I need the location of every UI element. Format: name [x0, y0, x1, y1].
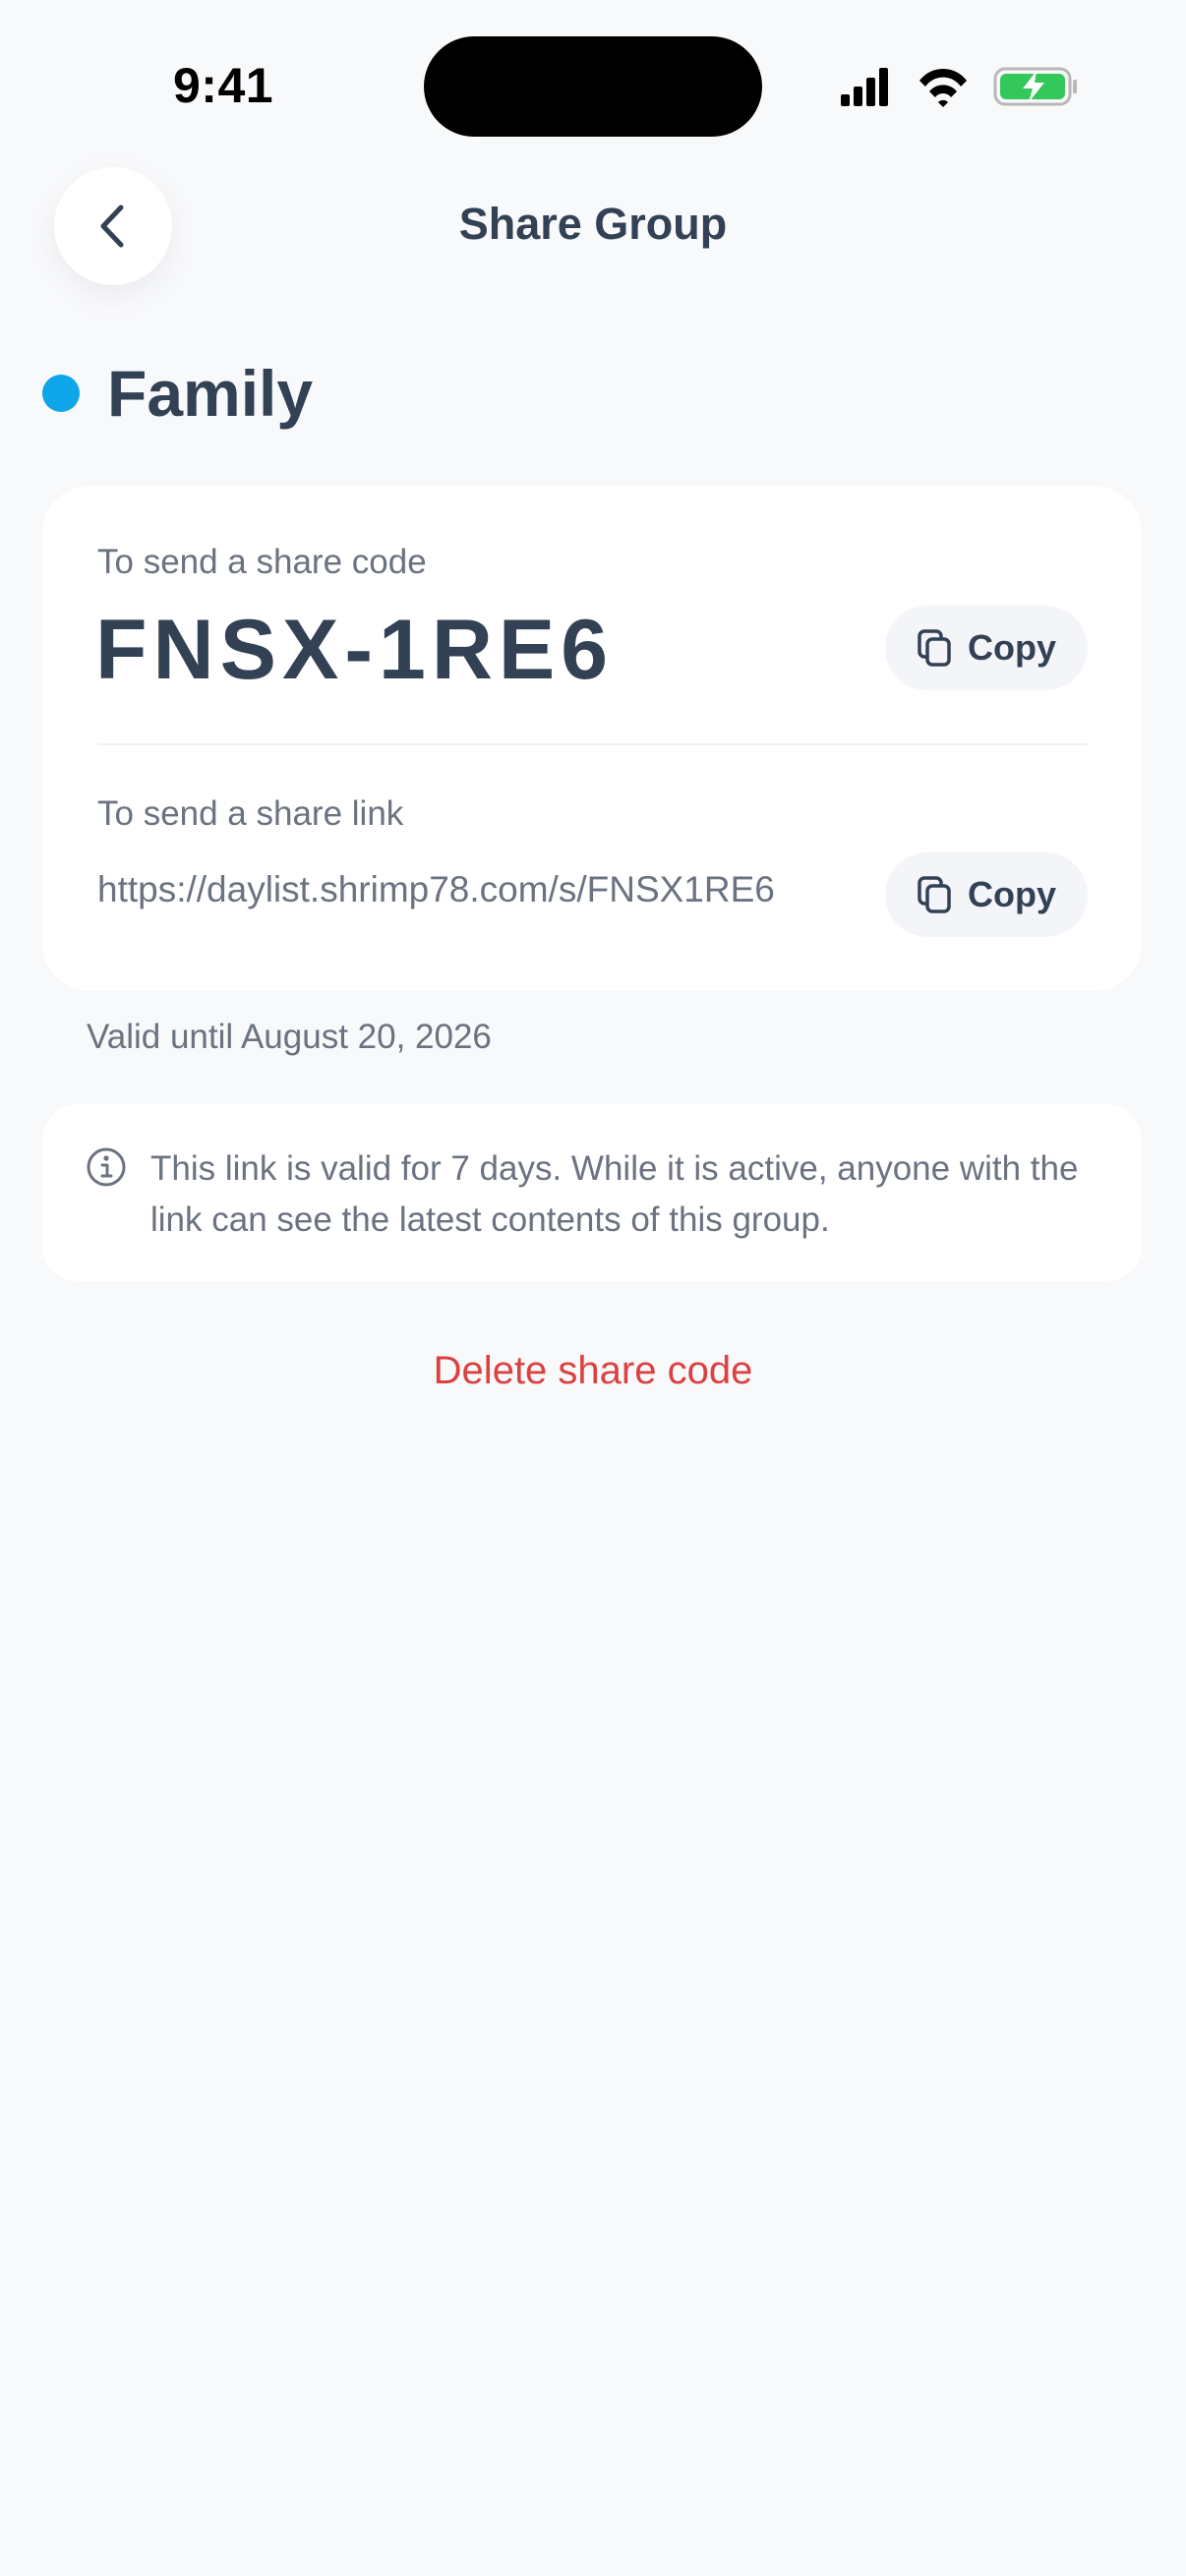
status-bar: 9:41	[0, 0, 1186, 147]
copy-link-label: Copy	[968, 874, 1056, 914]
share-link: https://daylist.shrimp78.com/s/FNSX1RE6	[97, 869, 775, 909]
info-text: This link is valid for 7 days. While it …	[150, 1149, 1079, 1239]
group-name: Family	[107, 357, 314, 430]
wifi-icon	[919, 69, 967, 107]
copy-link-button[interactable]: Copy	[885, 852, 1088, 937]
navigation-bar: Share Group	[0, 147, 1186, 305]
copy-icon	[918, 629, 951, 667]
dynamic-island	[424, 36, 762, 137]
group-header: Family	[42, 354, 313, 433]
cellular-signal-icon	[841, 68, 888, 106]
copy-icon	[918, 876, 951, 913]
copy-code-label: Copy	[968, 627, 1056, 668]
info-card: This link is valid for 7 days. While it …	[42, 1104, 1142, 1281]
share-code-label: To send a share code	[97, 543, 427, 581]
info-icon	[87, 1147, 126, 1187]
share-link-label: To send a share link	[97, 794, 404, 833]
battery-charging-icon	[993, 67, 1077, 106]
valid-until-text: Valid until August 20, 2026	[87, 1018, 492, 1056]
delete-share-code-button[interactable]: Delete share code	[0, 1349, 1186, 1393]
status-time: 9:41	[173, 58, 274, 113]
divider	[97, 743, 1088, 745]
share-code: FNSX-1RE6	[95, 603, 615, 697]
group-color-dot	[42, 375, 80, 412]
status-icons	[841, 67, 1077, 107]
page-title: Share Group	[458, 199, 728, 249]
copy-code-button[interactable]: Copy	[885, 606, 1088, 690]
share-card: To send a share code FNSX-1RE6 Copy To s…	[42, 486, 1142, 991]
